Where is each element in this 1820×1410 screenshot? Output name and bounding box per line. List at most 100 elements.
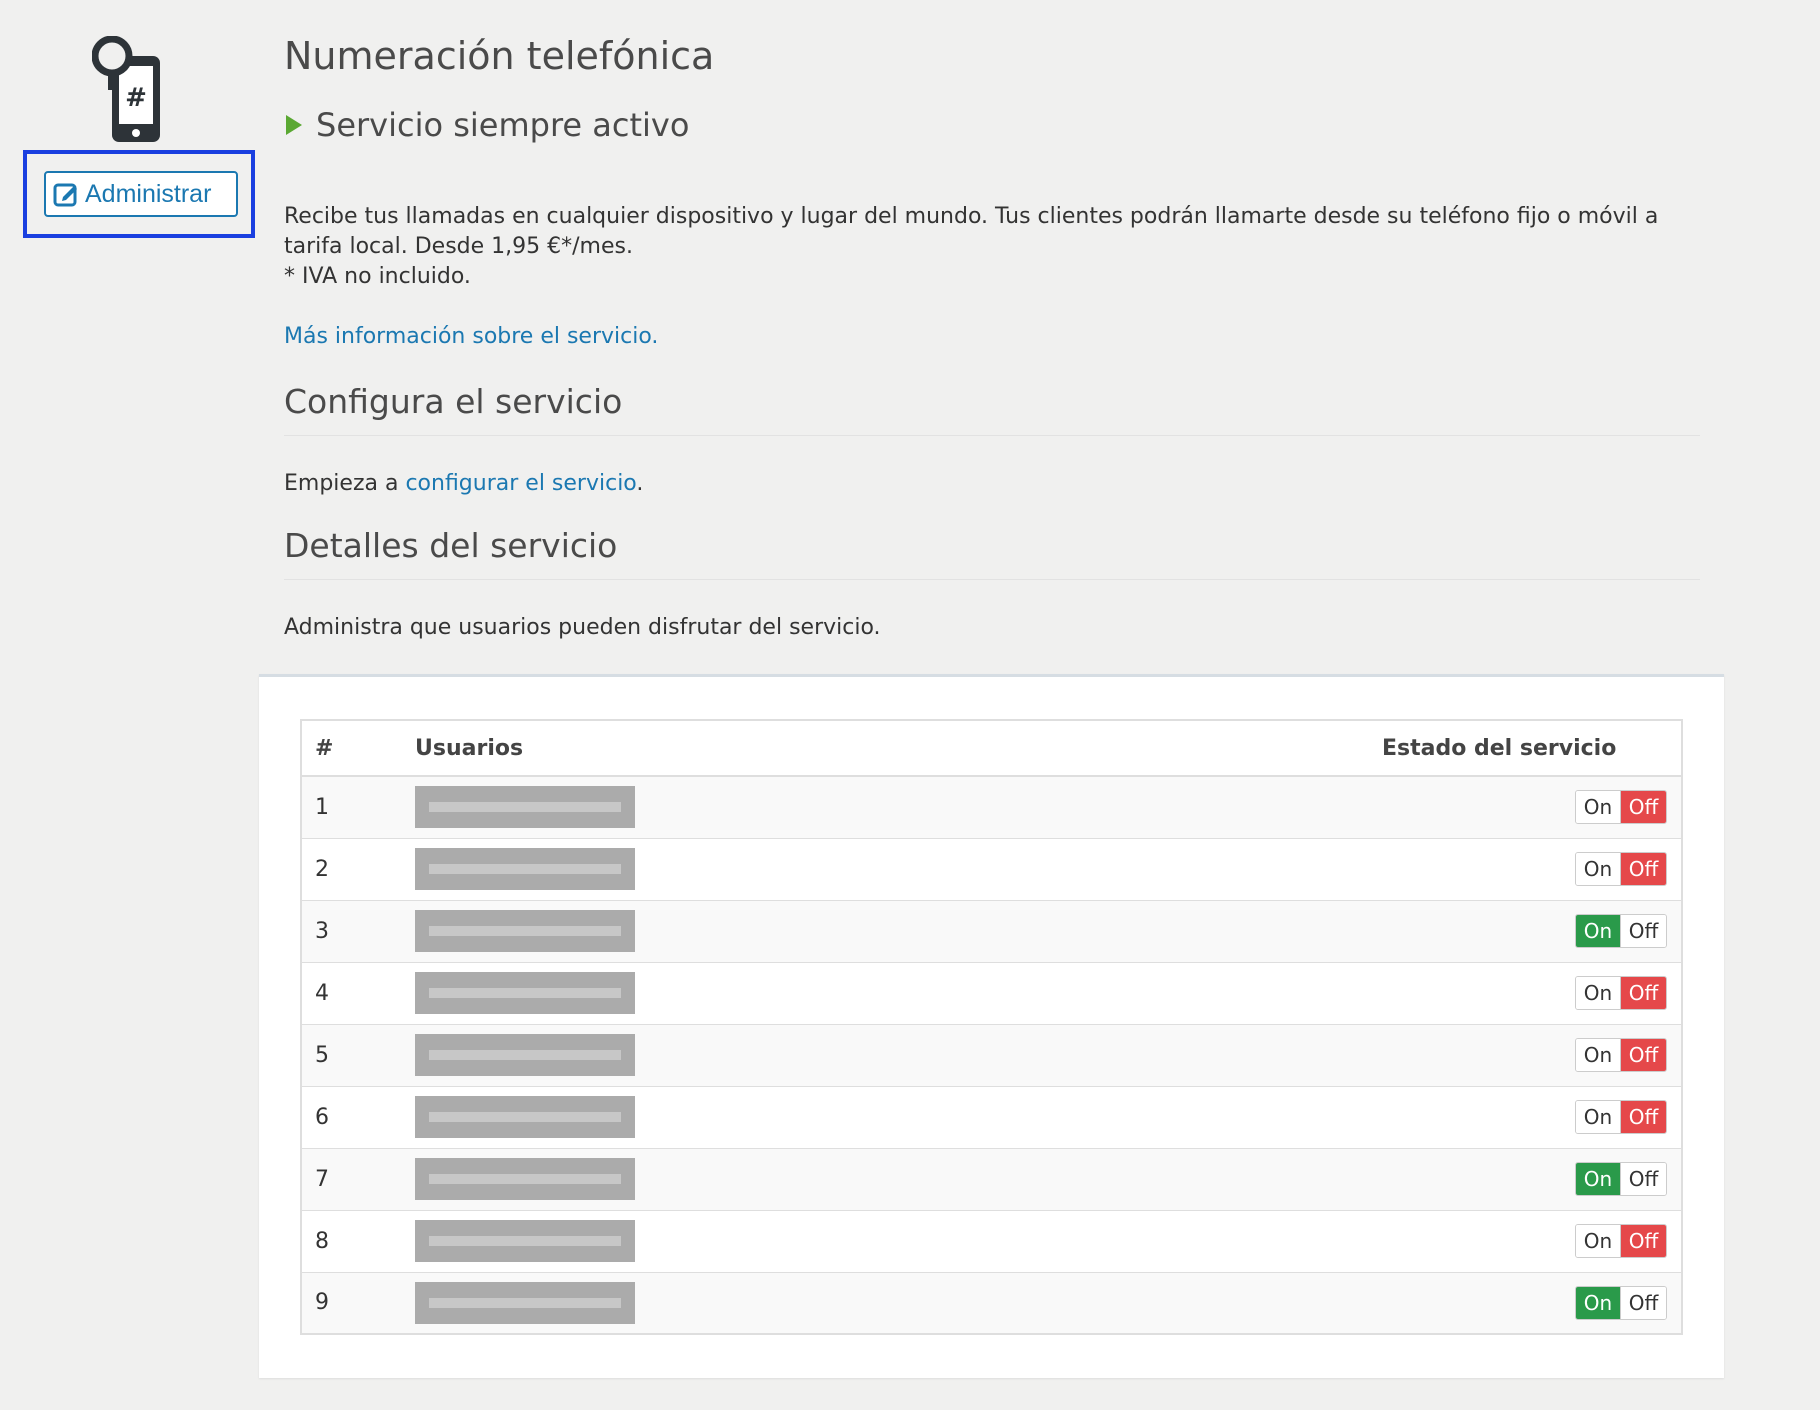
redacted-user-name <box>415 848 635 890</box>
service-toggle[interactable]: On Off <box>1575 790 1667 825</box>
row-number: 7 <box>301 1147 415 1210</box>
table-row: 7 On Off <box>301 1147 1682 1210</box>
users-table-body: 1 On Off 2 On Off 3 On Off 4 On Off 5 On Off 6 On Off 7 On O… <box>301 775 1682 1334</box>
configure-service-link[interactable]: configurar el servicio <box>405 471 636 496</box>
toggle-off-button[interactable]: Off <box>1621 915 1666 947</box>
administrar-button-label: Administrar <box>85 179 212 208</box>
row-number: 8 <box>301 1209 415 1272</box>
row-state-cell: On Off <box>1382 1209 1682 1272</box>
redacted-user-name <box>415 1096 635 1138</box>
toggle-on-button[interactable]: On <box>1576 1039 1621 1071</box>
details-text: Administra que usuarios pueden disfrutar… <box>284 615 881 640</box>
row-number: 1 <box>301 775 415 838</box>
row-user-cell <box>415 1147 1382 1210</box>
users-panel: # Usuarios Estado del servicio 1 On Off 2 On… <box>259 674 1724 1378</box>
config-text-suffix: . <box>636 471 644 496</box>
table-row: 2 On Off <box>301 837 1682 900</box>
row-state-cell: On Off <box>1382 1085 1682 1148</box>
toggle-off-button[interactable]: Off <box>1621 853 1666 885</box>
service-description: Recibe tus llamadas en cualquier disposi… <box>284 202 1700 292</box>
edit-icon <box>53 183 77 207</box>
service-toggle[interactable]: On Off <box>1575 852 1667 886</box>
redacted-user-name <box>415 1034 635 1076</box>
service-toggle[interactable]: On Off <box>1575 1038 1667 1072</box>
page-title: Numeración telefónica <box>284 34 715 78</box>
service-toggle[interactable]: On Off <box>1575 1285 1667 1320</box>
redacted-user-name <box>415 1281 635 1324</box>
column-header-users: Usuarios <box>415 720 1382 777</box>
table-row: 8 On Off <box>301 1209 1682 1272</box>
toggle-on-button[interactable]: On <box>1576 1225 1621 1257</box>
row-user-cell <box>415 1271 1382 1334</box>
table-row: 3 On Off <box>301 899 1682 962</box>
toggle-on-button[interactable]: On <box>1576 853 1621 885</box>
row-user-cell <box>415 1023 1382 1086</box>
row-state-cell: On Off <box>1382 837 1682 900</box>
row-state-cell: On Off <box>1382 775 1682 838</box>
toggle-on-button[interactable]: On <box>1576 791 1621 824</box>
row-user-cell <box>415 837 1382 900</box>
row-user-cell <box>415 775 1382 838</box>
administrar-button[interactable]: Administrar <box>44 171 238 217</box>
service-status: Servicio siempre activo <box>284 106 689 144</box>
vat-note: * IVA no incluido. <box>284 264 471 289</box>
more-info-link[interactable]: Más información sobre el servicio. <box>284 324 658 349</box>
table-header-row: # Usuarios Estado del servicio <box>301 720 1682 777</box>
toggle-on-button[interactable]: On <box>1576 1286 1621 1319</box>
service-status-text: Servicio siempre activo <box>316 106 690 144</box>
config-section-title: Configura el servicio <box>284 382 1700 436</box>
column-header-state: Estado del servicio <box>1382 720 1682 777</box>
table-row: 9 On Off <box>301 1271 1682 1334</box>
page: # Administrar Numeración telefónica Serv… <box>0 0 1820 1410</box>
row-user-cell <box>415 961 1382 1024</box>
users-table: # Usuarios Estado del servicio 1 On Off 2 On… <box>300 719 1683 1335</box>
row-number: 4 <box>301 961 415 1024</box>
table-row: 6 On Off <box>301 1085 1682 1148</box>
service-toggle[interactable]: On Off <box>1575 914 1667 948</box>
toggle-off-button[interactable]: Off <box>1621 1039 1666 1071</box>
config-text-prefix: Empieza a <box>284 471 406 496</box>
row-state-cell: On Off <box>1382 1271 1682 1334</box>
toggle-off-button[interactable]: Off <box>1621 791 1666 824</box>
row-number: 2 <box>301 837 415 900</box>
play-icon <box>286 115 302 135</box>
toggle-off-button[interactable]: Off <box>1621 1225 1666 1257</box>
row-state-cell: On Off <box>1382 1023 1682 1086</box>
service-toggle[interactable]: On Off <box>1575 976 1667 1010</box>
row-state-cell: On Off <box>1382 1147 1682 1210</box>
toggle-on-button[interactable]: On <box>1576 1163 1621 1195</box>
redacted-user-name <box>415 910 635 952</box>
row-number: 5 <box>301 1023 415 1086</box>
row-user-cell <box>415 1209 1382 1272</box>
row-number: 6 <box>301 1085 415 1148</box>
service-toggle[interactable]: On Off <box>1575 1100 1667 1134</box>
row-user-cell <box>415 899 1382 962</box>
toggle-off-button[interactable]: Off <box>1621 1163 1666 1195</box>
row-user-cell <box>415 1085 1382 1148</box>
toggle-off-button[interactable]: Off <box>1621 1286 1666 1319</box>
table-row: 4 On Off <box>301 961 1682 1024</box>
column-header-num: # <box>301 720 415 777</box>
row-state-cell: On Off <box>1382 899 1682 962</box>
toggle-off-button[interactable]: Off <box>1621 977 1666 1009</box>
redacted-user-name <box>415 972 635 1014</box>
redacted-user-name <box>415 1220 635 1262</box>
redacted-user-name <box>415 786 635 829</box>
row-number: 3 <box>301 899 415 962</box>
phone-hash-icon: # <box>92 36 160 142</box>
toggle-on-button[interactable]: On <box>1576 977 1621 1009</box>
description-text: Recibe tus llamadas en cualquier disposi… <box>284 204 1659 259</box>
redacted-user-name <box>415 1158 635 1200</box>
toggle-off-button[interactable]: Off <box>1621 1101 1666 1133</box>
details-section-title: Detalles del servicio <box>284 526 1700 580</box>
toggle-on-button[interactable]: On <box>1576 915 1621 947</box>
toggle-on-button[interactable]: On <box>1576 1101 1621 1133</box>
config-text: Empieza a configurar el servicio. <box>284 471 643 496</box>
table-row: 5 On Off <box>301 1023 1682 1086</box>
table-row: 1 On Off <box>301 775 1682 838</box>
svg-text:#: # <box>125 83 147 113</box>
service-toggle[interactable]: On Off <box>1575 1224 1667 1258</box>
row-number: 9 <box>301 1271 415 1334</box>
row-state-cell: On Off <box>1382 961 1682 1024</box>
service-toggle[interactable]: On Off <box>1575 1162 1667 1196</box>
